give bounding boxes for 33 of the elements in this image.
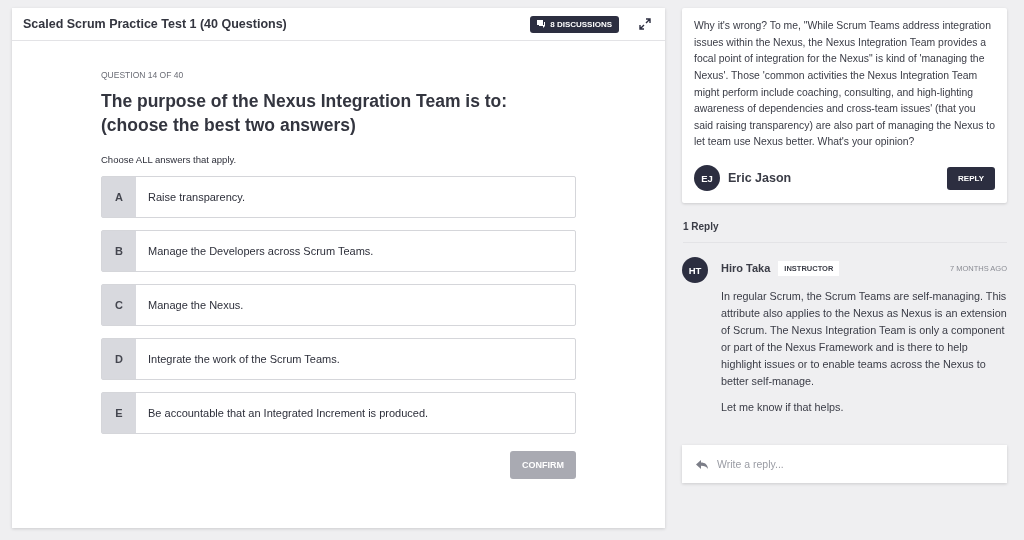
author-name: Hiro Taka [721,262,771,275]
option-letter: B [102,231,136,272]
answer-option[interactable]: E Be accountable that an Integrated Increment is produced. [101,392,576,435]
quiz-title: Scaled Scrum Practice Test 1 (40 Questions) [23,17,288,31]
answer-option[interactable]: C Manage the Nexus. [101,284,576,327]
option-letter: E [102,393,136,434]
option-text: Raise transparency. [147,190,245,206]
option-letter: D [102,339,136,380]
reply-text: Let me know if that helps. [721,400,845,416]
option-text: Manage the Developers across Scrum Teams. [147,244,374,260]
option-letter: A [102,177,136,218]
answer-option[interactable]: D Integrate the work of the Scrum Teams. [101,338,576,381]
option-text: Integrate the work of the Scrum Teams. [147,352,340,368]
chat-icon [537,20,547,28]
option-text: Be accountable that an Integrated Increment is produced. [147,406,429,422]
comment-text: Why it's wrong? To me, "While Scrum Teams address integration issues within the Nexus, the Nexus Integration Team provides a focal point of integration for the Nexus" is kind of 'managing the Nexus'. Those 'common activities the Nexus Integration Team might perform include coaching, consulting, and high-lighting awareness of dependencies and cross-team issues' (that you said raising transparency) are also part of managing the Nexus to let team use Nexus better. What's your opinion? [694,19,995,150]
reply-icon [696,460,708,470]
expand-icon[interactable] [639,18,651,30]
question-counter: QUESTION 14 OF 40 [101,70,185,80]
option-text: Manage the Nexus. [147,298,244,314]
discussions-button[interactable]: 8 DISCUSSIONS [530,15,619,33]
author-name: Eric Jason [728,171,793,186]
question-text: The purpose of the Nexus Integration Team is to: (choose the best two answers) [101,90,509,137]
reply-button[interactable]: REPLY [947,166,995,190]
avatar: EJ [694,165,720,192]
option-letter: C [102,285,136,326]
instruction-text: Choose ALL answers that apply. [101,154,238,166]
reply-count: 1 Reply [683,221,1007,244]
answer-option[interactable]: B Manage the Developers across Scrum Teams. [101,230,576,273]
reply-field[interactable]: Write a reply... [682,445,1007,484]
answer-option[interactable]: A Raise transparency. [101,176,576,219]
avatar: HT [682,257,708,284]
reply-text: In regular Scrum, the Scrum Teams are self-managing. This attribute also applies to the Nexus as Nexus is an extension of Scrum. The Nexus Integration Team is only a component or part of the Nexus Framework and is there to help highlight issues or to enable teams across the Nexus to better self-manage. [721,289,1007,390]
